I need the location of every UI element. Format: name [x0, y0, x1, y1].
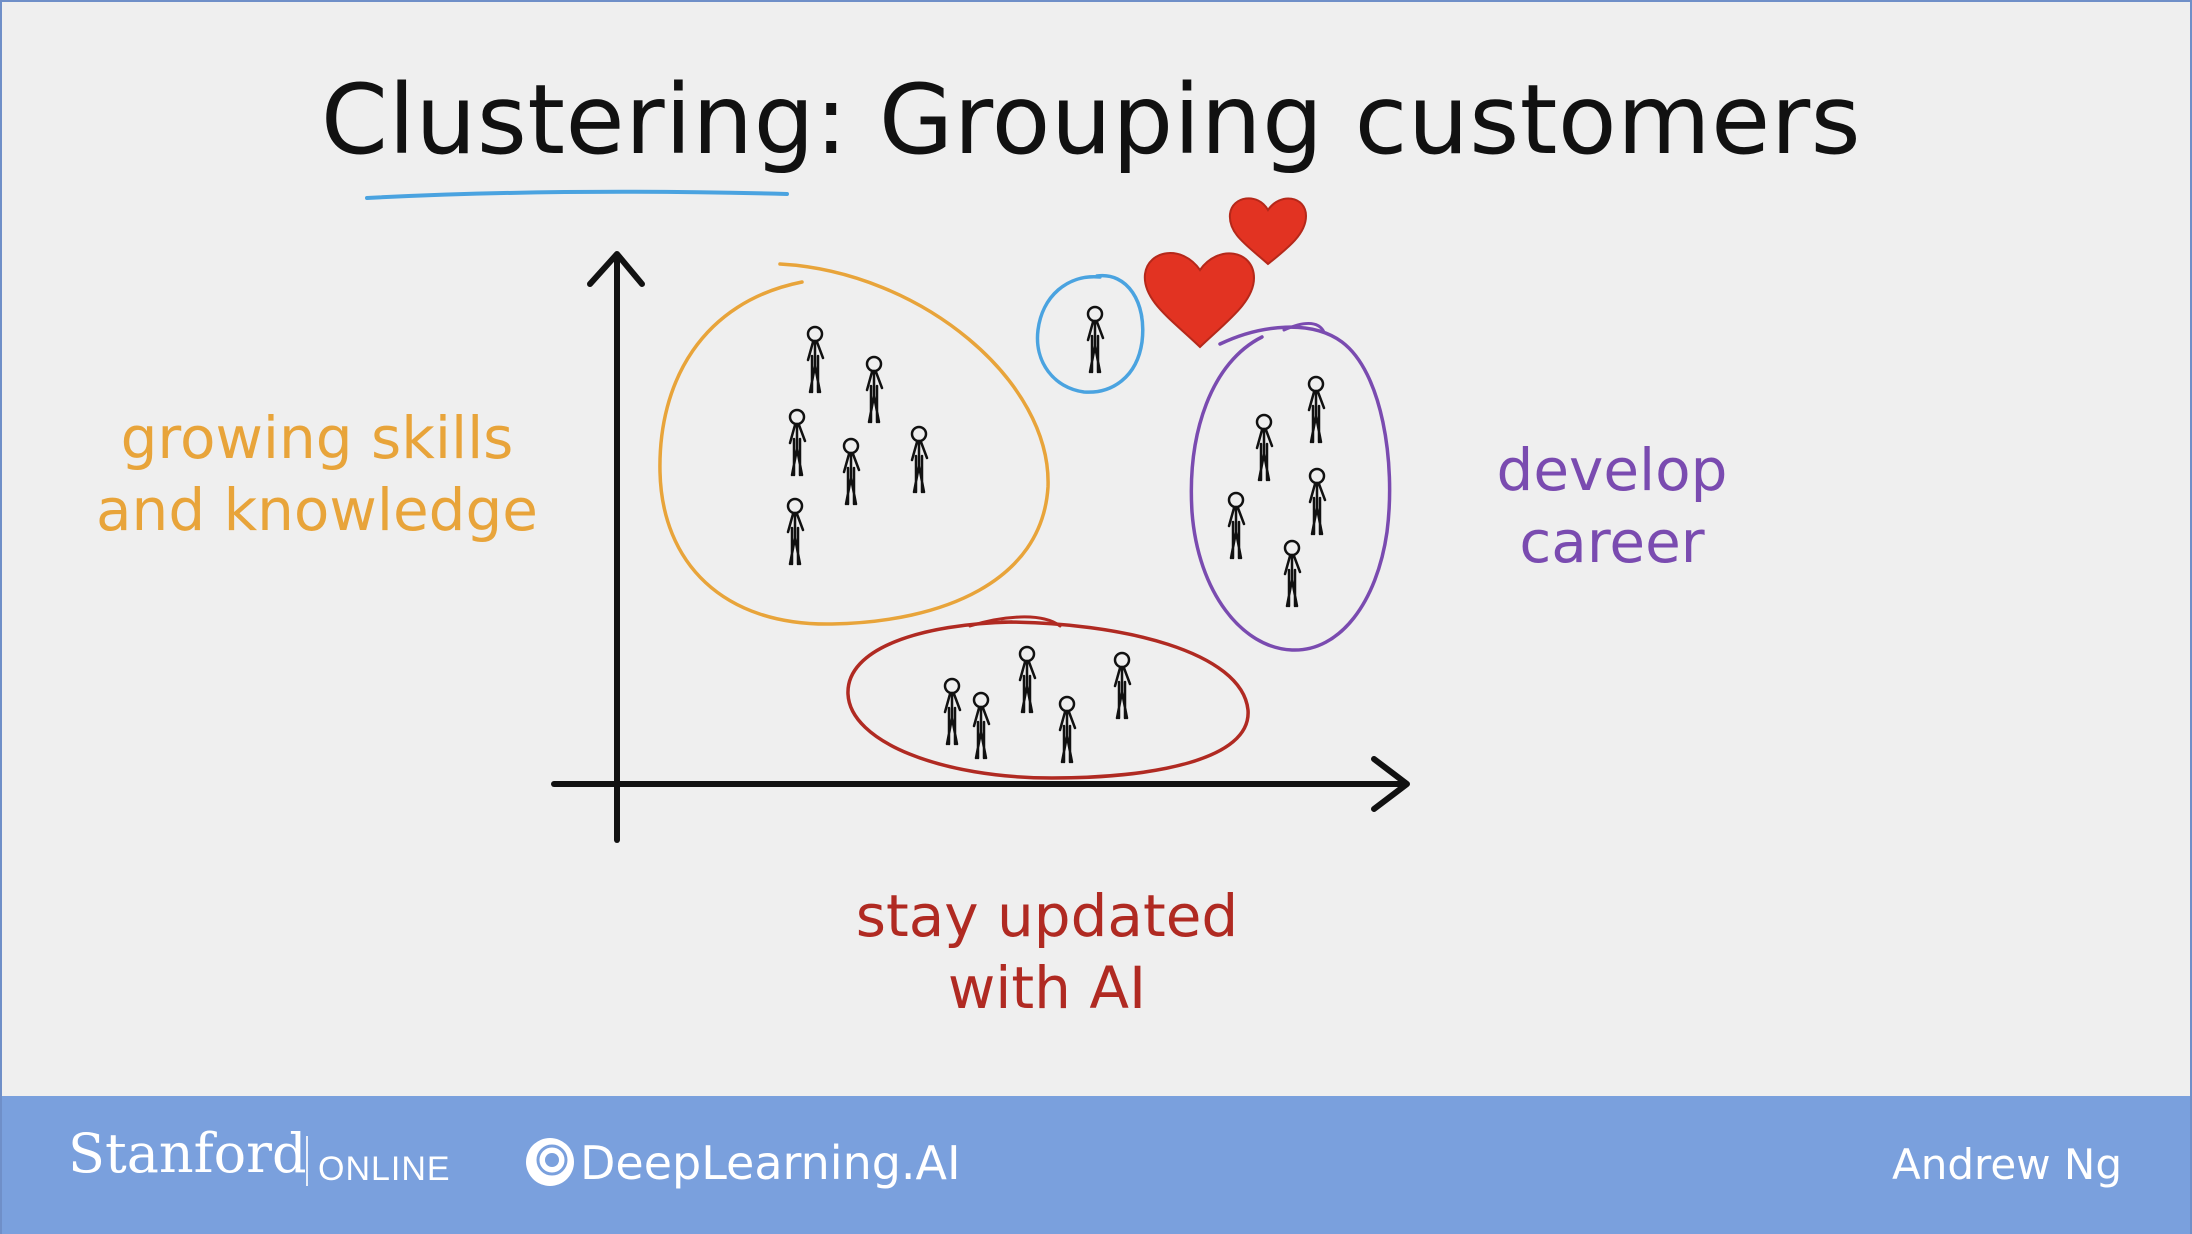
person-icon	[910, 425, 929, 494]
person-icon	[842, 437, 861, 506]
footer-bar: Stanford ONLINE DeepLearning.AI Andrew N…	[2, 1096, 2190, 1234]
cluster-label-develop-career: develop career	[1442, 434, 1782, 578]
person-icon	[786, 497, 805, 566]
cluster-label-growing-skills: growing skills and knowledge	[62, 402, 572, 546]
cluster-outline-red	[846, 620, 1250, 780]
person-icon	[972, 691, 991, 760]
label-line: develop career	[1496, 436, 1728, 576]
cluster-growing-skills	[658, 262, 1050, 626]
logo-divider	[306, 1136, 308, 1186]
instructor-name: Andrew Ng	[1892, 1140, 2122, 1189]
cluster-label-stay-updated: stay updated with AI	[792, 880, 1302, 1024]
person-icon	[1113, 651, 1132, 720]
cluster-outline-purple	[1189, 325, 1392, 652]
person-icon	[1058, 695, 1077, 764]
person-icon	[1283, 539, 1302, 608]
cluster-outline-orange	[658, 262, 1050, 626]
cluster-develop-career	[1189, 322, 1392, 652]
heart-icon	[1228, 197, 1308, 266]
axes	[551, 251, 1410, 843]
person-icon	[1086, 305, 1105, 374]
label-line: growing skills and knowledge	[96, 404, 538, 544]
cluster-single	[1035, 273, 1145, 394]
label-line: stay updated with AI	[855, 882, 1239, 1022]
person-icon	[1227, 491, 1246, 560]
person-icon	[1018, 645, 1037, 714]
deeplearning-logo-text: DeepLearning.AI	[580, 1136, 961, 1190]
stanford-logo: Stanford	[68, 1122, 307, 1185]
heart-icon	[1143, 252, 1256, 349]
person-icon	[788, 408, 807, 477]
slide: Clustering: Grouping customers growing s…	[0, 0, 2192, 1234]
cluster-stay-updated	[846, 615, 1250, 780]
person-icon	[1308, 467, 1327, 536]
person-icon	[943, 677, 962, 746]
person-icon	[806, 325, 825, 394]
deeplearning-logo-icon	[526, 1138, 574, 1186]
person-icon	[865, 355, 884, 424]
person-icon	[1255, 413, 1274, 482]
person-icon	[1307, 375, 1326, 444]
online-label: ONLINE	[318, 1150, 451, 1188]
